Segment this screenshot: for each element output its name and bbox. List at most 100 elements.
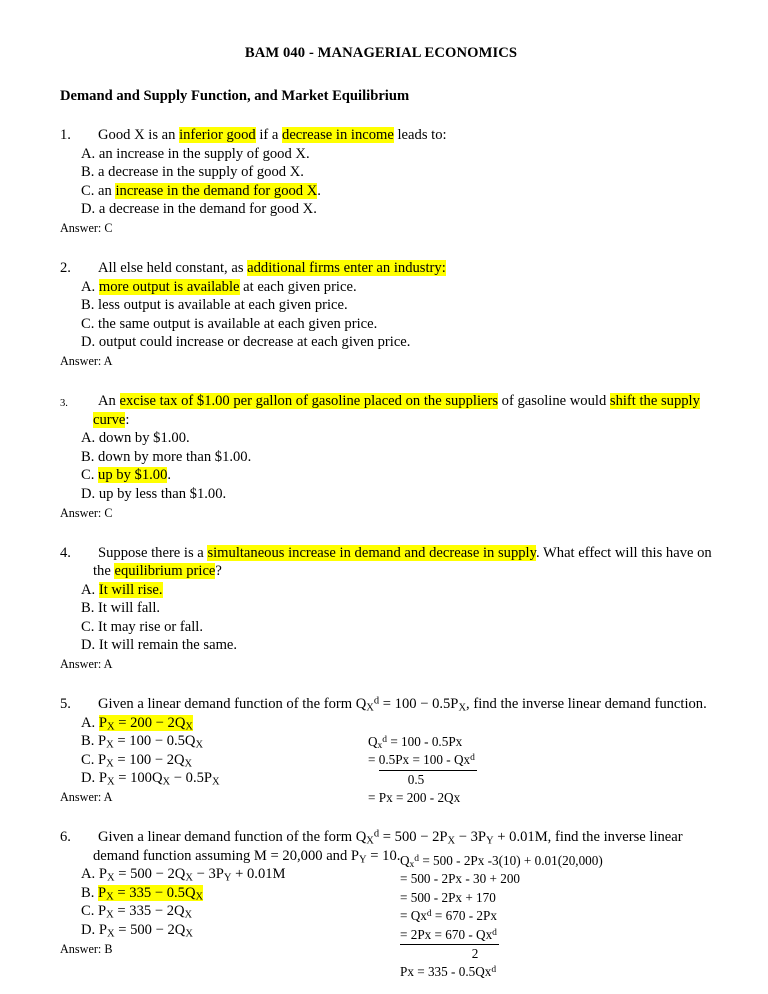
answer-option[interactable]: C. the same output is available at each … [60,315,720,334]
answer-option[interactable]: C. PX = 335 − 2QX [60,902,720,921]
question-number: 1. [60,127,71,143]
answer-key: Answer: B [60,941,113,956]
question-stem: 6. Given a linear demand function of the … [60,828,720,865]
answer-option[interactable]: C. up by $1.00. [60,466,720,485]
answer-option[interactable]: C. It may rise or fall. [60,618,720,637]
option-label: A. [81,145,96,162]
highlighted-text: simultaneous increase in demand and decr… [207,544,536,561]
highlighted-text: = 335 − 0.5Q [113,884,196,901]
question-stem: 5. Given a linear demand function of the … [60,695,720,714]
question-stem: 2. All else held constant, as additional … [60,259,720,278]
question-text: Suppose there is a simultaneous increase… [93,544,712,580]
question-number: 2. [60,259,71,276]
option-label: C. [81,751,95,768]
answer-option[interactable]: B. It will fall. [60,599,720,618]
option-label: A. [81,430,96,447]
option-label: A. [81,278,96,295]
option-label: B. [81,448,95,465]
answer-option[interactable]: D. output could increase or decrease at … [60,333,720,352]
answer-option[interactable]: A. PX = 200 − 2QX [60,714,720,733]
worked-solution-q6: Qxd = 500 - 2Px -3(10) + 0.01(20,000) = 5… [400,852,603,982]
document-title: BAM 040 - MANAGERIAL ECONOMICS [244,45,518,61]
answer-option[interactable]: D. up by less than $1.00. [60,485,720,504]
solution-numerator: = 0.5Px = 100 - Qxd [368,751,477,771]
answer-option[interactable]: D. PX = 500 − 2QX [60,921,720,940]
highlighted-text: P [98,884,107,901]
fraction-bar: 0.5Px = 100 - Qxd [378,751,477,771]
question-number: 6. [60,829,71,846]
question-block: 5. Given a linear demand function of the … [60,695,720,805]
answer-key: Answer: C [60,505,113,520]
question-block: 6. Given a linear demand function of the … [60,828,720,980]
option-label: B. [81,733,95,750]
answer-option[interactable]: D. a decrease in the demand for good X. [60,200,720,219]
question-block: 4. Suppose there is a simultaneous increa… [60,544,720,673]
option-label: D. [81,637,96,654]
highlighted-text: more output is available [98,278,240,295]
answer-option[interactable]: D. It will remain the same. [60,636,720,655]
answer-option[interactable]: A. It will rise. [60,581,720,600]
solution-numerator: = 2Px = 670 - Qxd [400,926,603,946]
highlighted-text: X [106,714,115,732]
solution-line: Qxd = 500 - 2Px -3(10) + 0.01(20,000) [400,853,603,871]
question-stem: 3. An excise tax of $1.00 per gallon of g… [60,392,720,429]
option-label: A. [81,866,96,883]
option-label: C. [81,182,95,199]
option-label: D. [81,334,96,351]
answer-option[interactable]: B. PX = 335 − 0.5QX [60,884,720,903]
answer-option[interactable]: A. down by $1.00. [60,429,720,448]
highlighted-text: additional firms enter an industry: [247,259,446,276]
option-label: B. [81,884,95,901]
option-label: A. [81,714,96,731]
answer-key: Answer: A [60,657,113,672]
highlighted-text: = 200 − 2Q [114,714,186,731]
highlighted-text: X [106,884,114,902]
question-number: 4. [60,544,71,561]
answer-option[interactable]: C. an increase in the demand for good X. [60,182,720,201]
option-label: C. [81,315,95,332]
solution-line: = 500 - 2Px - 30 + 200 [400,871,521,887]
question-text: An excise tax of $1.00 per gallon of gas… [93,392,700,428]
question-text: Good X is an inferior good if a decrease… [98,127,447,143]
highlighted-text: decrease in income [282,127,394,143]
question-block: 1. Good X is an inferior good if a decrea… [60,126,720,236]
question-number: 3. [60,397,68,409]
answer-option[interactable]: B. less output is available at each give… [60,296,720,315]
option-label: B. [81,164,95,181]
question-stem: 1. Good X is an inferior good if a decrea… [60,126,720,145]
worked-solution-q5: Qxd = 100 - 0.5Px = 0.5Px = 100 - Qxd 0.5 =… [368,733,477,808]
option-label: D. [81,922,96,938]
highlighted-text: increase in the demand for good X [115,182,318,199]
option-label: A. [81,581,96,598]
answer-option[interactable]: B. a decrease in the supply of good X. [60,163,720,182]
highlighted-text: It will rise. [98,581,163,598]
option-label: D. [81,485,96,502]
section-heading: Demand and Supply Function, and Market E… [60,88,410,104]
option-label: D. [81,770,96,787]
highlighted-text: up by $1.00 [98,467,168,484]
question-text: Given a linear demand function of the fo… [98,695,707,714]
question-stem: 4. Suppose there is a simultaneous increa… [60,544,720,581]
question-block: 3. An excise tax of $1.00 per gallon of g… [60,392,720,521]
solution-line: Qxd = 100 - 0.5Px [368,734,463,752]
solution-denominator: 0.5 [407,771,425,787]
answer-option[interactable]: B. down by more than $1.00. [60,448,720,467]
option-label: D. [81,201,96,218]
answer-option[interactable]: A. more output is available at each give… [60,278,720,297]
highlighted-text: inferior good [179,127,256,143]
option-label: C. [81,903,95,920]
highlighted-text: X [195,884,204,902]
document-page: BAM 040 - MANAGERIAL ECONOMICS Demand an… [0,0,768,994]
answer-key: Answer: C [60,220,113,235]
questions-list: 1. Good X is an inferior good if a decrea… [60,126,720,980]
answer-option[interactable]: A. PX = 500 − 2QX − 3PY + 0.01M [60,865,720,884]
answer-option[interactable]: A. an increase in the supply of good X. [60,145,720,164]
answer-key: Answer: A [60,353,113,368]
highlighted-text: equilibrium price [114,563,216,580]
highlighted-text: P [98,714,107,731]
question-text: All else held constant, as additional fi… [98,259,446,276]
solution-line: Px = 335 - 0.5Qxd [400,964,497,980]
option-label: B. [81,600,95,617]
highlighted-text: X [185,714,193,732]
solution-denominator: 2 [471,946,479,962]
